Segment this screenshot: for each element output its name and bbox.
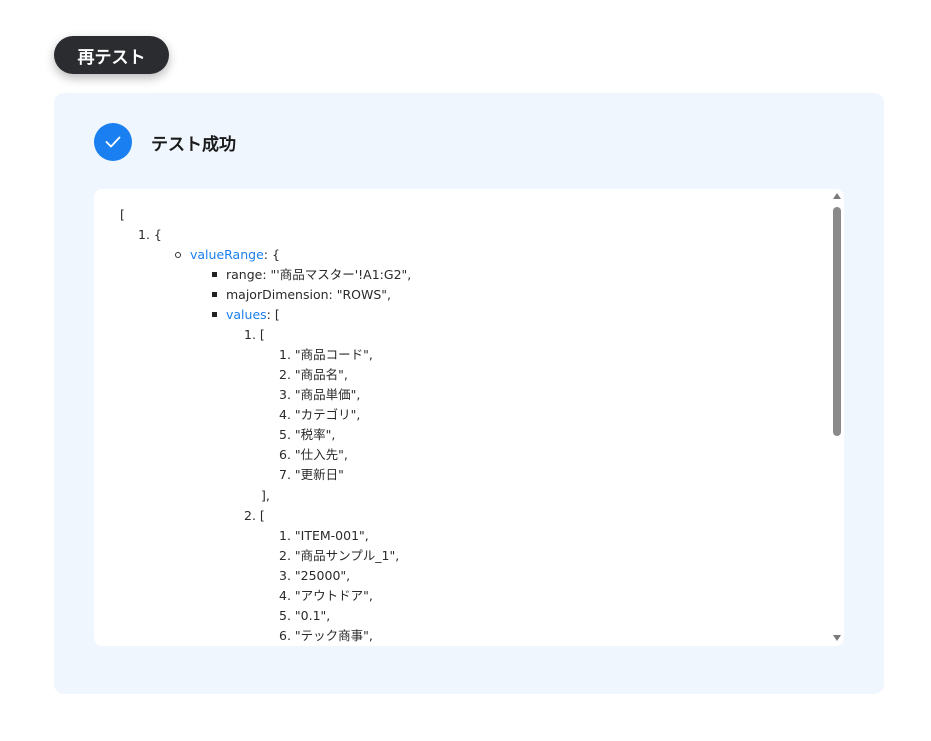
square-bullet-icon xyxy=(212,272,217,277)
success-title: テスト成功 xyxy=(151,134,236,155)
output-scrollbar[interactable] xyxy=(830,189,844,646)
range-line: range: "'商品マスター'!A1:G2", xyxy=(212,265,411,285)
retest-button-label: 再テスト xyxy=(77,47,146,68)
row-1-marker: 1. [ xyxy=(244,327,265,342)
list-item: 7. "更新日" xyxy=(279,467,344,482)
open-bracket: [ xyxy=(120,207,125,222)
list-item: 6. "テック商事", xyxy=(279,628,373,643)
list-item: 5. "0.1", xyxy=(279,608,331,623)
item-1-marker: 1. { xyxy=(138,227,162,242)
values-key[interactable]: values xyxy=(226,307,267,322)
square-bullet-icon xyxy=(212,312,217,317)
value-range-line: valueRange: { xyxy=(175,245,280,265)
list-item: 3. "商品単価", xyxy=(279,387,361,402)
values-line: values: [ xyxy=(212,305,280,325)
test-result-panel: テスト成功 [ 1. { valueRange: { range: "'商品マス… xyxy=(54,93,884,694)
list-item: 2. "商品サンプル_1", xyxy=(279,548,400,563)
values-suffix: : [ xyxy=(266,307,280,322)
list-item: 1. "商品コード", xyxy=(279,347,373,362)
row-2-marker: 2. [ xyxy=(244,508,265,523)
square-bullet-icon xyxy=(212,292,217,297)
range-text: range: "'商品マスター'!A1:G2", xyxy=(226,267,412,282)
list-item: 4. "カテゴリ", xyxy=(279,407,361,422)
value-range-suffix: : { xyxy=(263,247,280,262)
major-dimension-line: majorDimension: "ROWS", xyxy=(212,285,391,305)
list-item: 6. "仕入先", xyxy=(279,447,348,462)
list-item: 2. "商品名", xyxy=(279,367,348,382)
json-output-tree: [ 1. { valueRange: { range: "'商品マスター'!A1… xyxy=(94,189,830,646)
list-item: 1. "ITEM-001", xyxy=(279,528,369,543)
success-header: テスト成功 xyxy=(94,123,236,161)
output-box: [ 1. { valueRange: { range: "'商品マスター'!A1… xyxy=(94,189,844,646)
value-range-key[interactable]: valueRange xyxy=(190,247,264,262)
scroll-thumb[interactable] xyxy=(833,207,841,436)
check-icon xyxy=(94,123,132,161)
list-item: 4. "アウトドア", xyxy=(279,588,373,603)
list-item: 5. "税率", xyxy=(279,427,336,442)
scroll-down-arrow-icon[interactable] xyxy=(833,635,841,641)
retest-button[interactable]: 再テスト xyxy=(54,36,169,74)
circle-bullet-icon xyxy=(175,251,181,258)
list-item: 3. "25000", xyxy=(279,568,351,583)
scroll-up-arrow-icon[interactable] xyxy=(833,193,841,199)
row-1-close: ], xyxy=(261,488,270,503)
major-dimension-text: majorDimension: "ROWS", xyxy=(226,287,392,302)
